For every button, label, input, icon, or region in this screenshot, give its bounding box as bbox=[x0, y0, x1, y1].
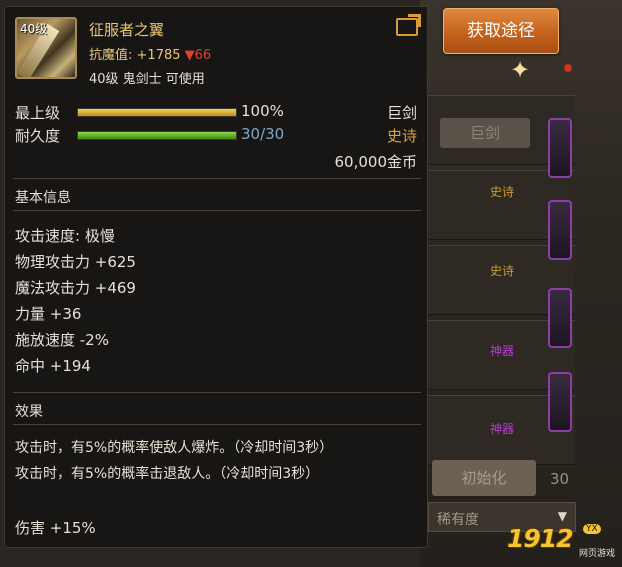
divider bbox=[13, 392, 421, 393]
durability-value: 30/30 bbox=[241, 125, 285, 143]
watermark-badge: YX bbox=[583, 524, 601, 534]
stat-line: 力量 +36 bbox=[15, 305, 82, 323]
init-button[interactable]: 初始化 bbox=[432, 460, 536, 496]
resist-label: 抗魔值: bbox=[89, 48, 133, 63]
item-name: 征服者之翼 bbox=[89, 21, 165, 39]
dropdown-value: 稀有度 bbox=[437, 512, 479, 528]
basic-info-title: 基本信息 bbox=[15, 190, 71, 206]
resist-stat: 抗魔值: +1785 ▼66 bbox=[89, 44, 211, 63]
item-icon[interactable] bbox=[548, 372, 572, 432]
watermark-number: 1912 bbox=[507, 524, 574, 553]
site-watermark: 1912 YX 网页游戏 bbox=[507, 524, 619, 564]
rarity-tag: 神器 bbox=[490, 422, 515, 436]
stat-line: 魔法攻击力 +469 bbox=[15, 279, 136, 297]
share-icon[interactable] bbox=[396, 18, 418, 36]
effects-title: 效果 bbox=[15, 404, 43, 420]
damage-line: 伤害 +15% bbox=[15, 519, 96, 537]
wing-item-icon: 40级 bbox=[15, 17, 77, 79]
grade-bar-fill bbox=[78, 109, 236, 116]
rarity-tag: 史诗 bbox=[490, 185, 515, 199]
notification-dot bbox=[564, 64, 572, 72]
rarity-label: 史诗 bbox=[386, 127, 417, 145]
item-tooltip: 40级 征服者之翼 抗魔值: +1785 ▼66 40级 鬼剑士 可使用 最上级… bbox=[4, 6, 428, 548]
rarity-tag: 史诗 bbox=[490, 264, 515, 278]
rarity-tag: 神器 bbox=[490, 344, 515, 358]
effect-line: 攻击时，有5%的概率击退敌人。（冷却时间3秒） bbox=[15, 466, 320, 482]
item-icon[interactable] bbox=[548, 118, 572, 178]
item-level-badge: 40级 bbox=[20, 22, 48, 36]
durability-bar bbox=[77, 131, 237, 140]
price-text: 60,000金币 bbox=[334, 153, 418, 171]
item-icon[interactable] bbox=[548, 200, 572, 260]
requirement-text: 40级 鬼剑士 可使用 bbox=[89, 72, 205, 87]
stat-line: 物理攻击力 +625 bbox=[15, 253, 136, 271]
grade-bar bbox=[77, 108, 237, 117]
chevron-down-icon: ▼ bbox=[557, 509, 567, 523]
acquire-route-button[interactable]: 获取途径 bbox=[443, 8, 559, 54]
stat-line: 攻击速度: 极慢 bbox=[15, 227, 115, 245]
durability-label: 耐久度 bbox=[15, 127, 61, 145]
stat-line: 命中 +194 bbox=[15, 357, 91, 375]
weapon-type: 巨剑 bbox=[386, 104, 417, 122]
sparkle-icon: ✦ bbox=[509, 56, 531, 84]
durability-bar-fill bbox=[78, 132, 236, 139]
watermark-subtitle: 网页游戏 bbox=[579, 549, 616, 559]
grade-label: 最上级 bbox=[15, 104, 61, 122]
divider bbox=[13, 424, 421, 425]
partial-text: 30 bbox=[550, 470, 570, 488]
category-button[interactable]: 巨剑 bbox=[440, 118, 530, 148]
resist-value: +1785 bbox=[136, 48, 181, 63]
divider bbox=[13, 210, 421, 211]
grade-percent: 100% bbox=[241, 102, 284, 120]
divider bbox=[13, 178, 421, 179]
resist-drop: ▼66 bbox=[184, 48, 212, 63]
item-icon[interactable] bbox=[548, 288, 572, 348]
effect-line: 攻击时，有5%的概率使敌人爆炸。（冷却时间3秒） bbox=[15, 440, 334, 456]
stat-line: 施放速度 -2% bbox=[15, 331, 109, 349]
